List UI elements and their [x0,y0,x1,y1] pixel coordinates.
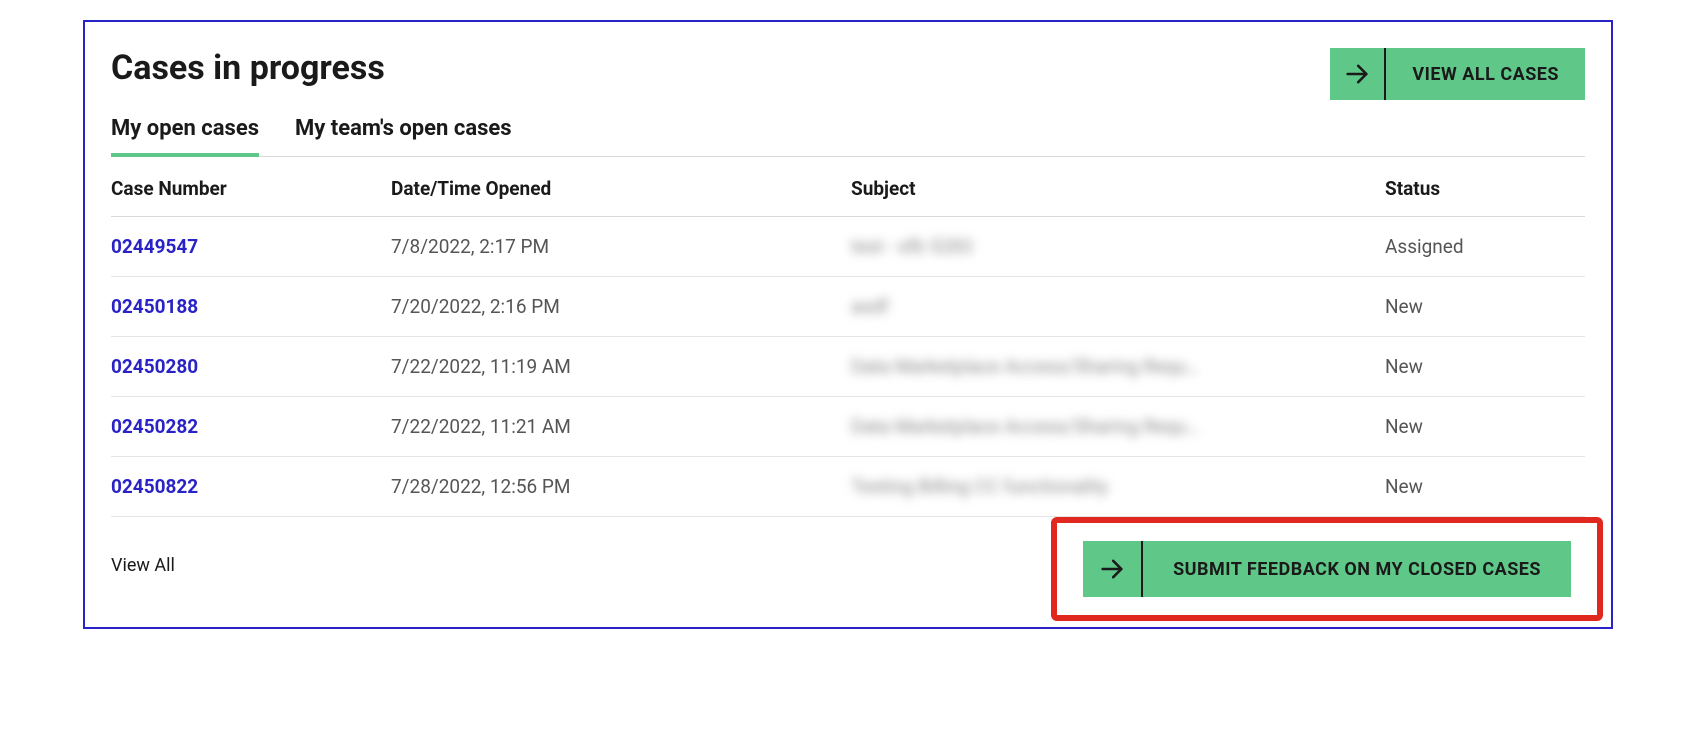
table-row: 02449547 7/8/2022, 2:17 PM test - sfb 52… [111,217,1585,277]
subject-cell: Data Marketplace Access/Sharing Requ… [851,337,1385,397]
table-row: 02450282 7/22/2022, 11:21 AM Data Market… [111,397,1585,457]
arrow-right-icon [1330,48,1386,100]
col-header-subject: Subject [851,157,1385,217]
table-header-row: Case Number Date/Time Opened Subject Sta… [111,157,1585,217]
date-opened-cell: 7/28/2022, 12:56 PM [391,457,851,517]
submit-feedback-button[interactable]: SUBMIT FEEDBACK ON MY CLOSED CASES [1083,541,1571,597]
date-opened-cell: 7/22/2022, 11:21 AM [391,397,851,457]
cases-panel: Cases in progress VIEW ALL CASES My open… [83,20,1613,629]
case-number-link[interactable]: 02450188 [111,277,391,337]
status-cell: New [1385,337,1585,397]
status-cell: New [1385,457,1585,517]
table-row: 02450280 7/22/2022, 11:19 AM Data Market… [111,337,1585,397]
view-all-cases-label: VIEW ALL CASES [1386,64,1585,85]
col-header-case-number: Case Number [111,157,391,217]
subject-cell: test - sfb 5283 [851,217,1385,277]
status-cell: Assigned [1385,217,1585,277]
tab-my-teams-open-cases[interactable]: My team's open cases [295,108,512,157]
submit-feedback-label: SUBMIT FEEDBACK ON MY CLOSED CASES [1143,559,1571,580]
subject-cell: Data Marketplace Access/Sharing Requ… [851,397,1385,457]
panel-header: Cases in progress VIEW ALL CASES [111,48,1585,100]
panel-title: Cases in progress [111,48,385,88]
status-cell: New [1385,277,1585,337]
subject-cell: Testing Billing CC functionality [851,457,1385,517]
cases-table: Case Number Date/Time Opened Subject Sta… [111,157,1585,517]
date-opened-cell: 7/20/2022, 2:16 PM [391,277,851,337]
date-opened-cell: 7/22/2022, 11:19 AM [391,337,851,397]
subject-cell: asdf [851,277,1385,337]
tabs: My open cases My team's open cases [111,108,1585,157]
date-opened-cell: 7/8/2022, 2:17 PM [391,217,851,277]
tab-my-open-cases[interactable]: My open cases [111,108,259,157]
view-all-cases-button[interactable]: VIEW ALL CASES [1330,48,1585,100]
arrow-right-icon [1083,541,1143,597]
col-header-status: Status [1385,157,1585,217]
table-row: 02450188 7/20/2022, 2:16 PM asdf New [111,277,1585,337]
case-number-link[interactable]: 02450280 [111,337,391,397]
case-number-link[interactable]: 02449547 [111,217,391,277]
footer-row: View All SUBMIT FEEDBACK ON MY CLOSED CA… [111,517,1585,607]
table-row: 02450822 7/28/2022, 12:56 PM Testing Bil… [111,457,1585,517]
highlight-box: SUBMIT FEEDBACK ON MY CLOSED CASES [1051,517,1603,621]
case-number-link[interactable]: 02450822 [111,457,391,517]
status-cell: New [1385,397,1585,457]
col-header-date-opened: Date/Time Opened [391,157,851,217]
case-number-link[interactable]: 02450282 [111,397,391,457]
view-all-link[interactable]: View All [111,537,175,588]
